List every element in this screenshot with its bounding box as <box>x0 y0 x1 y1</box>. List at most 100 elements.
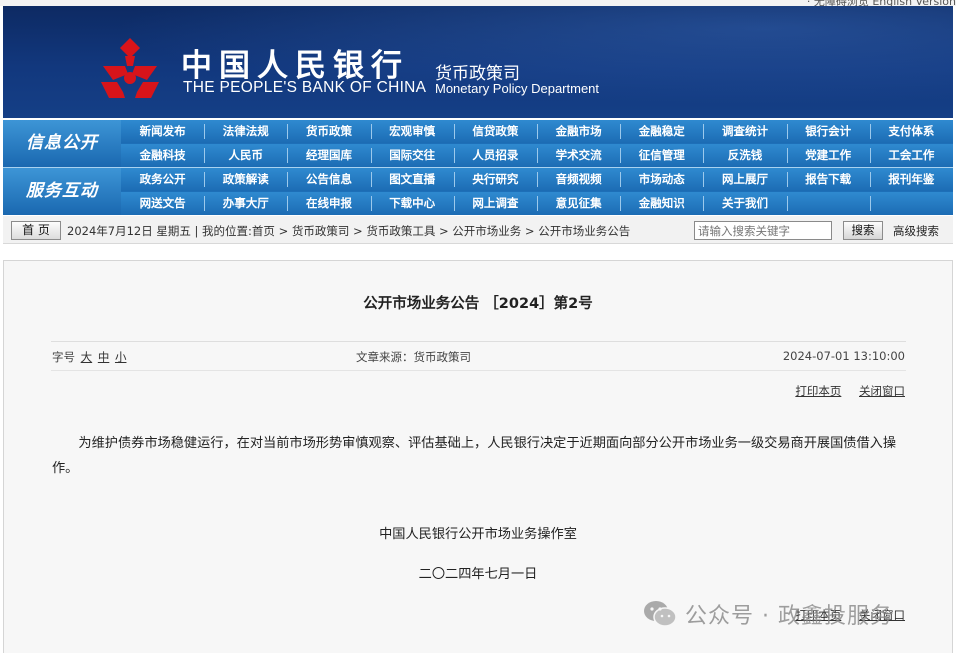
nav-item[interactable]: 法律法规 <box>204 120 287 143</box>
nav-item[interactable]: 货币政策 <box>287 120 370 143</box>
nav-group-service: 服务互动 政务公开 政策解读 公告信息 图文直播 央行研究 音频视频 市场动态 网上展厅 报告下… <box>3 168 953 215</box>
nav-separator <box>786 196 788 211</box>
nav-separator <box>620 196 622 211</box>
nav-row-3: 政务公开 政策解读 公告信息 图文直播 央行研究 音频视频 市场动态 网上展厅 报告下载 报刊年鉴 <box>121 168 953 191</box>
nav-item[interactable]: 工会工作 <box>870 144 953 167</box>
nav-separator <box>370 172 372 187</box>
signature-date: 二〇二四年七月一日 <box>418 567 538 582</box>
nav-separator <box>869 148 871 163</box>
nav-item[interactable]: 信贷政策 <box>454 120 537 143</box>
nav-separator <box>287 148 289 163</box>
nav-separator <box>786 124 788 139</box>
nav-item[interactable]: 网上调查 <box>454 192 537 215</box>
nav-item[interactable]: 经理国库 <box>287 144 370 167</box>
search-input[interactable] <box>694 221 832 240</box>
search-button[interactable]: 搜索 <box>843 221 883 240</box>
home-button[interactable]: 首 页 <box>11 221 61 240</box>
nav-item[interactable]: 金融知识 <box>620 192 703 215</box>
font-size-medium-link[interactable]: 中 <box>98 350 110 364</box>
nav-separator <box>453 124 455 139</box>
nav-item[interactable]: 金融稳定 <box>620 120 703 143</box>
nav-item[interactable]: 市场动态 <box>620 168 703 191</box>
nav-item[interactable]: 网上展厅 <box>703 168 786 191</box>
nav-group-info: 信息公开 新闻发布 法律法规 货币政策 宏观审慎 信贷政策 金融市场 金融稳定 调查统计 银行会… <box>3 120 953 167</box>
nav-separator <box>869 172 871 187</box>
font-size-small-link[interactable]: 小 <box>115 350 127 364</box>
nav-separator <box>703 124 705 139</box>
nav-item[interactable]: 音频视频 <box>537 168 620 191</box>
font-size-label: 字号 <box>52 350 75 364</box>
pboc-logo-icon[interactable] <box>95 36 165 100</box>
nav-separator <box>204 172 206 187</box>
nav-item[interactable]: 学术交流 <box>537 144 620 167</box>
department-name-en: Monetary Policy Department <box>435 81 600 96</box>
nav-separator <box>204 196 206 211</box>
nav-separator <box>703 172 705 187</box>
nav-item[interactable]: 人民币 <box>204 144 287 167</box>
nav-item[interactable]: 国际交往 <box>371 144 454 167</box>
nav-item[interactable]: 报刊年鉴 <box>870 168 953 191</box>
nav-item[interactable]: 金融科技 <box>121 144 204 167</box>
nav-item <box>787 192 870 215</box>
nav-separator <box>537 196 538 211</box>
nav-item[interactable]: 反洗钱 <box>703 144 786 167</box>
breadcrumb-bar: 首 页 2024年7月12日 星期五 | 我的位置:首页 > 货币政策司 > 货… <box>3 216 953 244</box>
font-size-large-link[interactable]: 大 <box>81 350 93 364</box>
nav-item[interactable]: 调查统计 <box>703 120 786 143</box>
article-tools-top: 打印本页 关闭窗口 <box>781 383 905 399</box>
nav-item[interactable]: 银行会计 <box>787 120 870 143</box>
nav-item[interactable]: 意见征集 <box>537 192 620 215</box>
nav-item[interactable]: 报告下载 <box>787 168 870 191</box>
nav-item[interactable]: 公告信息 <box>287 168 370 191</box>
nav-separator <box>537 148 538 163</box>
nav-separator <box>370 148 372 163</box>
nav-separator <box>620 148 622 163</box>
nav-item[interactable]: 党建工作 <box>787 144 870 167</box>
nav-item[interactable]: 办事大厅 <box>204 192 287 215</box>
nav-separator <box>620 124 622 139</box>
nav-item[interactable]: 网送文告 <box>121 192 204 215</box>
nav-separator <box>703 148 705 163</box>
nav-separator <box>786 148 788 163</box>
nav-item[interactable]: 关于我们 <box>703 192 786 215</box>
close-window-link[interactable]: 关闭窗口 <box>859 384 905 398</box>
nav-item[interactable]: 图文直播 <box>371 168 454 191</box>
nav-item[interactable]: 支付体系 <box>870 120 953 143</box>
nav-group-label-info: 信息公开 <box>3 120 121 167</box>
nav-separator <box>703 196 705 211</box>
nav-item[interactable]: 下载中心 <box>371 192 454 215</box>
nav-separator <box>204 148 206 163</box>
nav-item[interactable]: 人员招录 <box>454 144 537 167</box>
breadcrumb[interactable]: 2024年7月12日 星期五 | 我的位置:首页 > 货币政策司 > 货币政策工… <box>67 223 630 239</box>
nav-item[interactable]: 新闻发布 <box>121 120 204 143</box>
article-title: 公开市场业务公告 ［2024］第2号 <box>363 296 593 312</box>
print-link[interactable]: 打印本页 <box>795 384 841 398</box>
nav-item[interactable]: 政策解读 <box>204 168 287 191</box>
nav-separator <box>287 124 289 139</box>
nav-separator <box>620 172 622 187</box>
nav-separator <box>869 196 871 211</box>
article-datetime: 2024-07-01 13:10:00 <box>782 349 905 363</box>
nav-item[interactable]: 征信管理 <box>620 144 703 167</box>
nav-item[interactable]: 政务公开 <box>121 168 204 191</box>
nav-item <box>870 192 953 215</box>
nav-separator <box>204 124 206 139</box>
nav-separator <box>453 148 455 163</box>
article-body: 为维护债券市场稳健运行，在对当前市场形势审慎观察、评估基础上，人民银行决定于近期… <box>52 436 897 476</box>
nav-group-label-service: 服务互动 <box>3 168 121 215</box>
nav-row-1: 新闻发布 法律法规 货币政策 宏观审慎 信贷政策 金融市场 金融稳定 调查统计 银行会计 支付体系 <box>121 120 953 143</box>
nav-separator <box>453 196 455 211</box>
nav-row-2: 金融科技 人民币 经理国库 国际交往 人员招录 学术交流 征信管理 反洗钱 党建工作 工会工作 <box>121 144 953 167</box>
nav-item[interactable]: 金融市场 <box>537 120 620 143</box>
advanced-search-link[interactable]: 高级搜索 <box>893 223 939 239</box>
main-nav: 信息公开 新闻发布 法律法规 货币政策 宏观审慎 信贷政策 金融市场 金融稳定 调查统计 银行会… <box>3 120 953 215</box>
divider <box>51 370 906 371</box>
font-size-controls: 字号 大 中 小 <box>52 349 126 365</box>
article-source: 文章来源：货币政策司 <box>356 350 471 364</box>
wechat-icon <box>644 601 677 627</box>
nav-item[interactable]: 央行研究 <box>454 168 537 191</box>
nav-item[interactable]: 宏观审慎 <box>371 120 454 143</box>
bank-name-en: THE PEOPLE'S BANK OF CHINA <box>183 79 427 96</box>
site-banner: 中国人民银行 THE PEOPLE'S BANK OF CHINA 货币政策司 … <box>3 6 953 118</box>
nav-item[interactable]: 在线申报 <box>287 192 370 215</box>
